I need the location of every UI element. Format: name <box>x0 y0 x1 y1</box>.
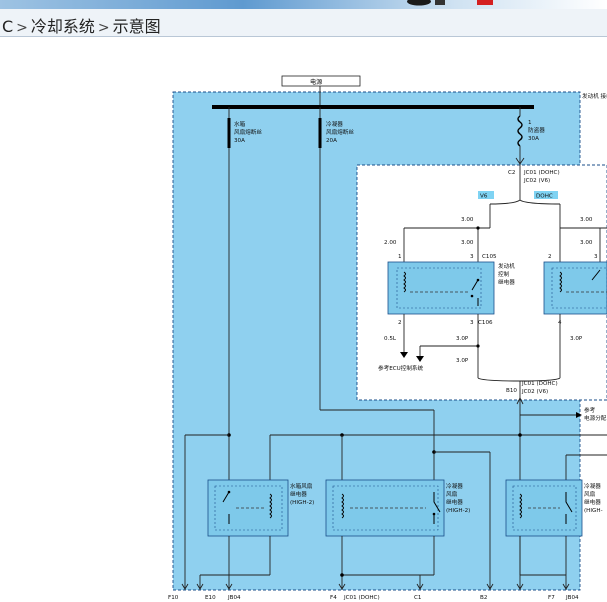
wiring-diagram: 电源 发动机 接线盒 水箱 风扇熔断丝 30A 冷凝器 风扇熔断丝 20A 1 … <box>168 75 607 601</box>
svg-text:水箱风扇: 水箱风扇 <box>290 482 313 490</box>
svg-text:风扇: 风扇 <box>446 490 458 498</box>
engine-control-relay-v6 <box>543 261 607 315</box>
condenser-fan-relay-2 <box>505 479 583 537</box>
wire-05l-label: 0.5L <box>384 336 397 342</box>
svg-text:冷凝器: 冷凝器 <box>584 482 601 490</box>
svg-text:3.00: 3.00 <box>580 217 593 223</box>
svg-text:继电器: 继电器 <box>290 490 307 498</box>
jc02-top-label: JC02 (V6) <box>523 178 550 184</box>
connector-label: F7 <box>548 595 555 601</box>
svg-text:继电器: 继电器 <box>584 498 601 506</box>
connector-label: JB04 <box>227 595 241 601</box>
wire-300-label: 3.00 <box>461 217 474 223</box>
breadcrumb-item-cooling-system[interactable]: 冷却系统 <box>31 17 95 36</box>
svg-text:20A: 20A <box>326 138 337 144</box>
condenser-fan-relay <box>325 479 445 537</box>
connector-label: C1 <box>414 595 422 601</box>
radiator-fan-relay <box>207 479 289 537</box>
jc01-mid-label: JC01 (DOHC) <box>521 381 558 387</box>
breadcrumb: C > 冷却系统 > 示意图 <box>2 13 161 37</box>
jc02-mid-label: JC02 (V6) <box>521 389 548 395</box>
breadcrumb-separator: > <box>97 20 110 36</box>
svg-text:30A: 30A <box>528 136 539 142</box>
wire-300-label-2: 3.00 <box>461 240 474 246</box>
power-label: 电源 <box>310 78 322 86</box>
wire-200-label: 2.00 <box>384 240 397 246</box>
breadcrumb-item-c[interactable]: C <box>2 17 13 36</box>
header-bar: C > 冷却系统 > 示意图 <box>0 9 607 37</box>
svg-text:继电器: 继电器 <box>446 498 463 506</box>
svg-text:1: 1 <box>528 120 532 126</box>
svg-text:1: 1 <box>398 254 402 260</box>
svg-text:2: 2 <box>548 254 552 260</box>
svg-text:继电器: 继电器 <box>498 278 515 286</box>
svg-text:V6: V6 <box>480 194 488 200</box>
connector-label: F10 <box>168 595 179 601</box>
svg-text:风扇: 风扇 <box>584 490 596 498</box>
svg-text:水箱: 水箱 <box>234 120 246 128</box>
svg-text:30A: 30A <box>234 138 245 144</box>
svg-text:2: 2 <box>398 320 402 326</box>
breadcrumb-separator: > <box>16 20 28 36</box>
brand-logo-icon <box>407 0 493 6</box>
ref-engine-control-label: 参考ECU控制系统 <box>378 364 424 372</box>
svg-text:3.00: 3.00 <box>580 240 593 246</box>
connector-label: JB04 <box>565 595 579 601</box>
connector-label: B2 <box>480 595 487 601</box>
svg-text:防盗器: 防盗器 <box>528 126 545 134</box>
connector-label: F4 <box>330 595 337 601</box>
svg-text:DOHC: DOHC <box>536 194 553 200</box>
breadcrumb-item-schematic: 示意图 <box>112 17 161 36</box>
top-banner <box>0 0 607 9</box>
connector-label: JC01 (DOHC) <box>343 595 380 601</box>
connector-label: E10 <box>205 595 216 601</box>
svg-text:控制: 控制 <box>498 270 510 278</box>
b10-label: B10 <box>506 388 517 394</box>
wire-30p-label: 3.0P <box>456 336 469 342</box>
svg-text:冷凝器: 冷凝器 <box>326 120 343 128</box>
svg-text:3: 3 <box>470 254 474 260</box>
svg-text:(HIGH-2): (HIGH-2) <box>290 500 314 506</box>
svg-text:3.0P: 3.0P <box>570 336 583 342</box>
svg-text:发动机: 发动机 <box>498 262 515 270</box>
c2-label: C2 <box>508 170 515 176</box>
svg-text:(HIGH-2): (HIGH-2) <box>446 508 470 514</box>
engine-box-label-line: 发动机 接线盒 <box>582 92 607 100</box>
ref-power-label-2: 电源分配 <box>584 414 607 422</box>
svg-text:风扇熔断丝: 风扇熔断丝 <box>326 128 354 136</box>
wire-30p-label-2: 3.0P <box>456 358 469 364</box>
svg-text:冷凝器: 冷凝器 <box>446 482 463 490</box>
c105-label: C105 <box>482 254 497 260</box>
svg-text:3: 3 <box>470 320 474 326</box>
svg-text:(HIGH-: (HIGH- <box>584 508 603 514</box>
svg-text:风扇熔断丝: 风扇熔断丝 <box>234 128 262 136</box>
ref-power-label-1: 参考 <box>584 406 596 414</box>
svg-text:3: 3 <box>594 254 598 260</box>
jc01-top-label: JC01 (DOHC) <box>523 170 560 176</box>
c106-label: C106 <box>478 320 493 326</box>
